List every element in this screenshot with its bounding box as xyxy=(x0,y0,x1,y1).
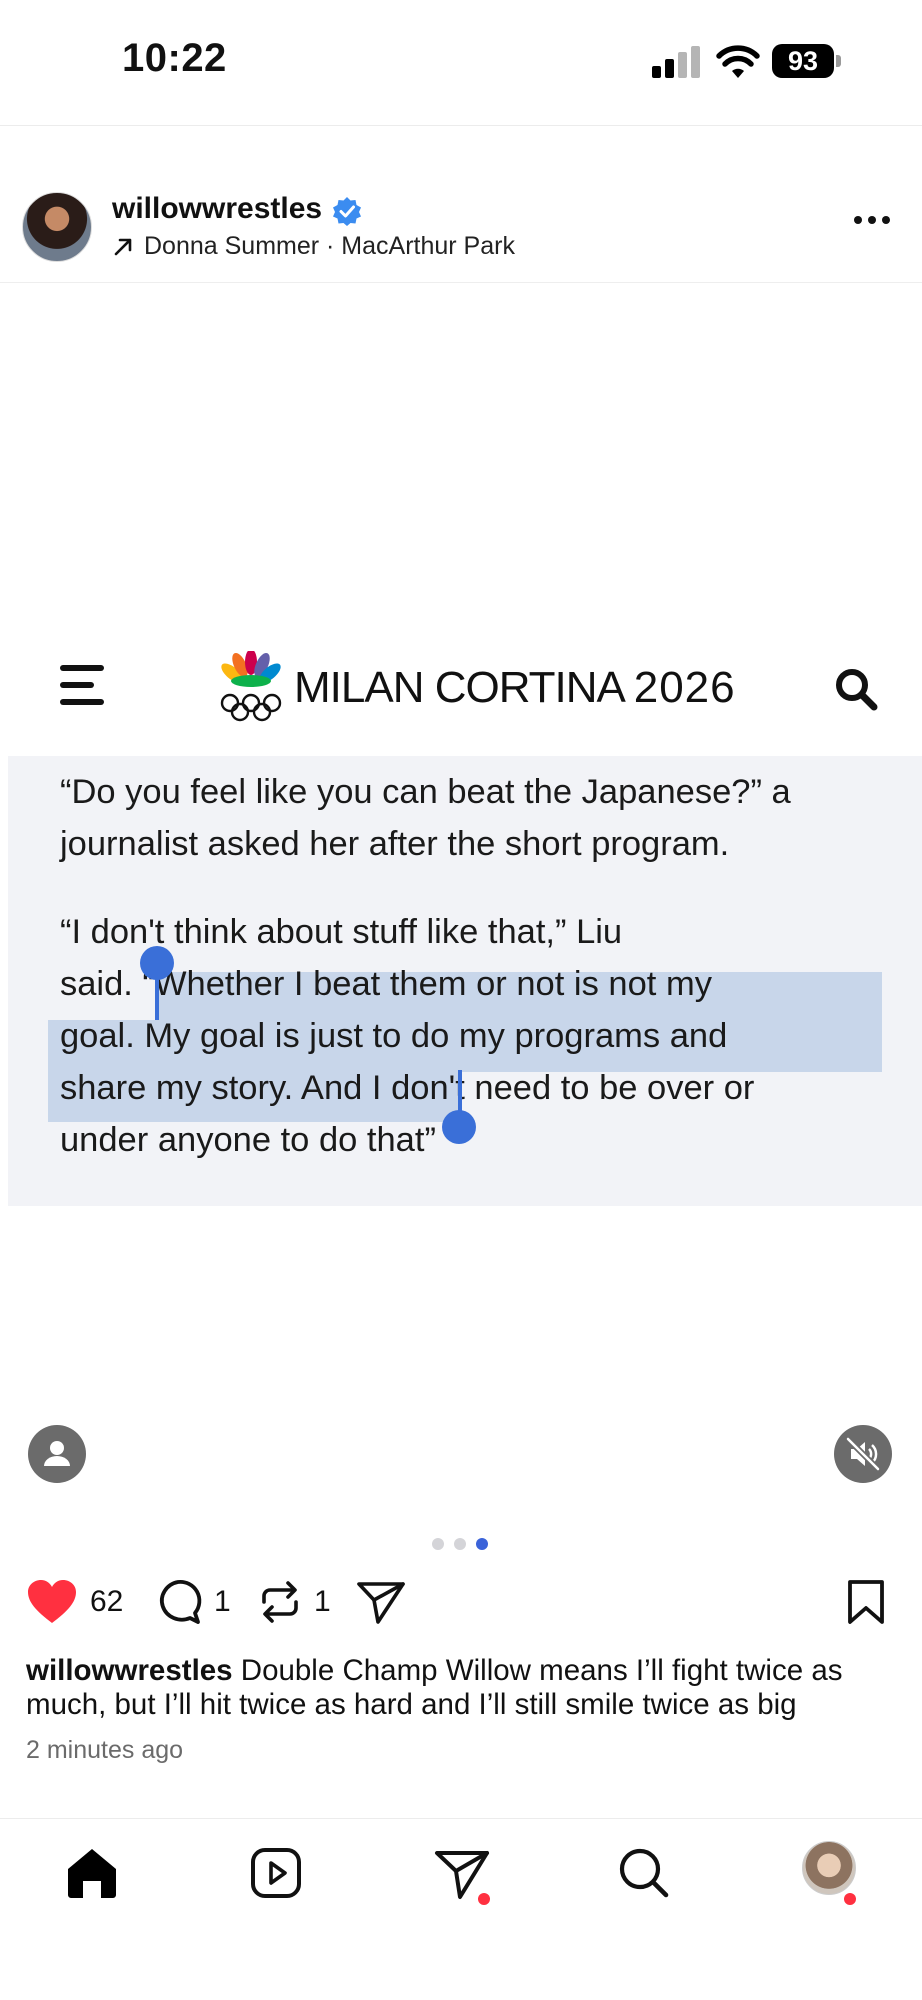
article-line: journalist asked her after the short pro… xyxy=(60,825,730,863)
selection-start-caret xyxy=(155,970,159,1020)
battery-indicator: 93 xyxy=(772,44,842,80)
article-line: share my story. And I don't need to be o… xyxy=(60,1069,755,1107)
notification-dot xyxy=(844,1893,856,1905)
comment-icon xyxy=(159,1579,202,1624)
post-caption: willowwrestles Double Champ Willow means… xyxy=(26,1654,896,1722)
article-paragraph: “Do you feel like you can beat the Japan… xyxy=(60,766,791,870)
tab-bar xyxy=(0,1819,922,2000)
selection-end-handle xyxy=(442,1110,476,1144)
comment-count: 1 xyxy=(214,1585,231,1618)
status-bar: 10:22 93 xyxy=(0,0,922,125)
post-media[interactable]: MILAN CORTINA 2026 “Do you feel like you… xyxy=(0,283,922,1513)
hamburger-menu-icon xyxy=(60,665,104,705)
tagged-people-button[interactable] xyxy=(28,1425,86,1483)
status-time: 10:22 xyxy=(122,36,227,80)
save-button[interactable] xyxy=(846,1572,886,1632)
brand-year: 2026 xyxy=(633,663,736,712)
wifi-icon xyxy=(716,45,760,78)
comment-button[interactable]: 1 xyxy=(154,1572,231,1632)
send-icon xyxy=(357,1582,405,1624)
carousel-dot xyxy=(454,1538,466,1550)
carousel-dot xyxy=(432,1538,444,1550)
music-attribution[interactable]: Donna Summer · MacArthur Park xyxy=(112,232,515,261)
screenshot-site-header: MILAN CORTINA 2026 xyxy=(0,633,922,743)
status-divider xyxy=(0,125,922,126)
battery-cap xyxy=(836,55,841,67)
author-username[interactable]: willowwrestles xyxy=(112,192,322,226)
home-icon xyxy=(68,1849,116,1898)
article-line: goal. My goal is just to do my programs … xyxy=(60,1017,728,1055)
carousel-dot-active xyxy=(476,1538,488,1550)
battery-level: 93 xyxy=(772,44,834,78)
share-button[interactable] xyxy=(356,1572,406,1632)
heart-filled-icon xyxy=(28,1580,76,1623)
like-button[interactable]: 62 xyxy=(26,1572,123,1632)
like-count: 62 xyxy=(90,1585,124,1618)
tab-search[interactable] xyxy=(614,1843,674,1903)
article-line: under anyone to do that” xyxy=(60,1121,436,1159)
music-label: Donna Summer · MacArthur Park xyxy=(144,232,515,260)
article-screenshot: “Do you feel like you can beat the Japan… xyxy=(8,756,922,1206)
repost-count: 1 xyxy=(314,1585,331,1618)
carousel-indicator xyxy=(432,1538,488,1550)
reels-icon xyxy=(251,1848,301,1898)
post-actions: 62 1 1 xyxy=(0,1572,922,1652)
more-options-icon[interactable] xyxy=(852,210,892,230)
search-icon xyxy=(619,1848,669,1898)
tab-home[interactable] xyxy=(62,1843,122,1903)
brand-name: MILAN CORTINA xyxy=(294,663,623,712)
brand-wordmark: MILAN CORTINA 2026 xyxy=(294,663,736,713)
mute-button[interactable] xyxy=(834,1425,892,1483)
post-timestamp: 2 minutes ago xyxy=(26,1736,184,1764)
caption-username[interactable]: willowwrestles xyxy=(26,1654,233,1687)
repost-icon xyxy=(262,1581,298,1623)
cellular-signal-icon xyxy=(652,46,700,78)
tab-reels[interactable] xyxy=(246,1843,306,1903)
profile-notification xyxy=(800,1843,870,1905)
article-paragraph: “I don't think about stuff like that,” L… xyxy=(60,906,754,1166)
tab-direct[interactable] xyxy=(432,1843,492,1905)
verified-badge-icon xyxy=(333,197,361,226)
bookmark-icon xyxy=(848,1580,884,1624)
repost-button[interactable]: 1 xyxy=(258,1572,331,1632)
search-icon xyxy=(836,669,878,711)
post-header: willowwrestles Donna Summer · MacArthur … xyxy=(0,180,922,280)
article-line: “Do you feel like you can beat the Japan… xyxy=(60,773,791,811)
arrow-up-right-icon xyxy=(114,238,132,255)
nbc-olympic-logo-icon xyxy=(220,651,282,722)
speaker-muted-icon xyxy=(845,1436,881,1472)
person-icon xyxy=(44,1441,70,1466)
notification-dot xyxy=(478,1893,490,1905)
author-avatar[interactable] xyxy=(22,192,92,262)
